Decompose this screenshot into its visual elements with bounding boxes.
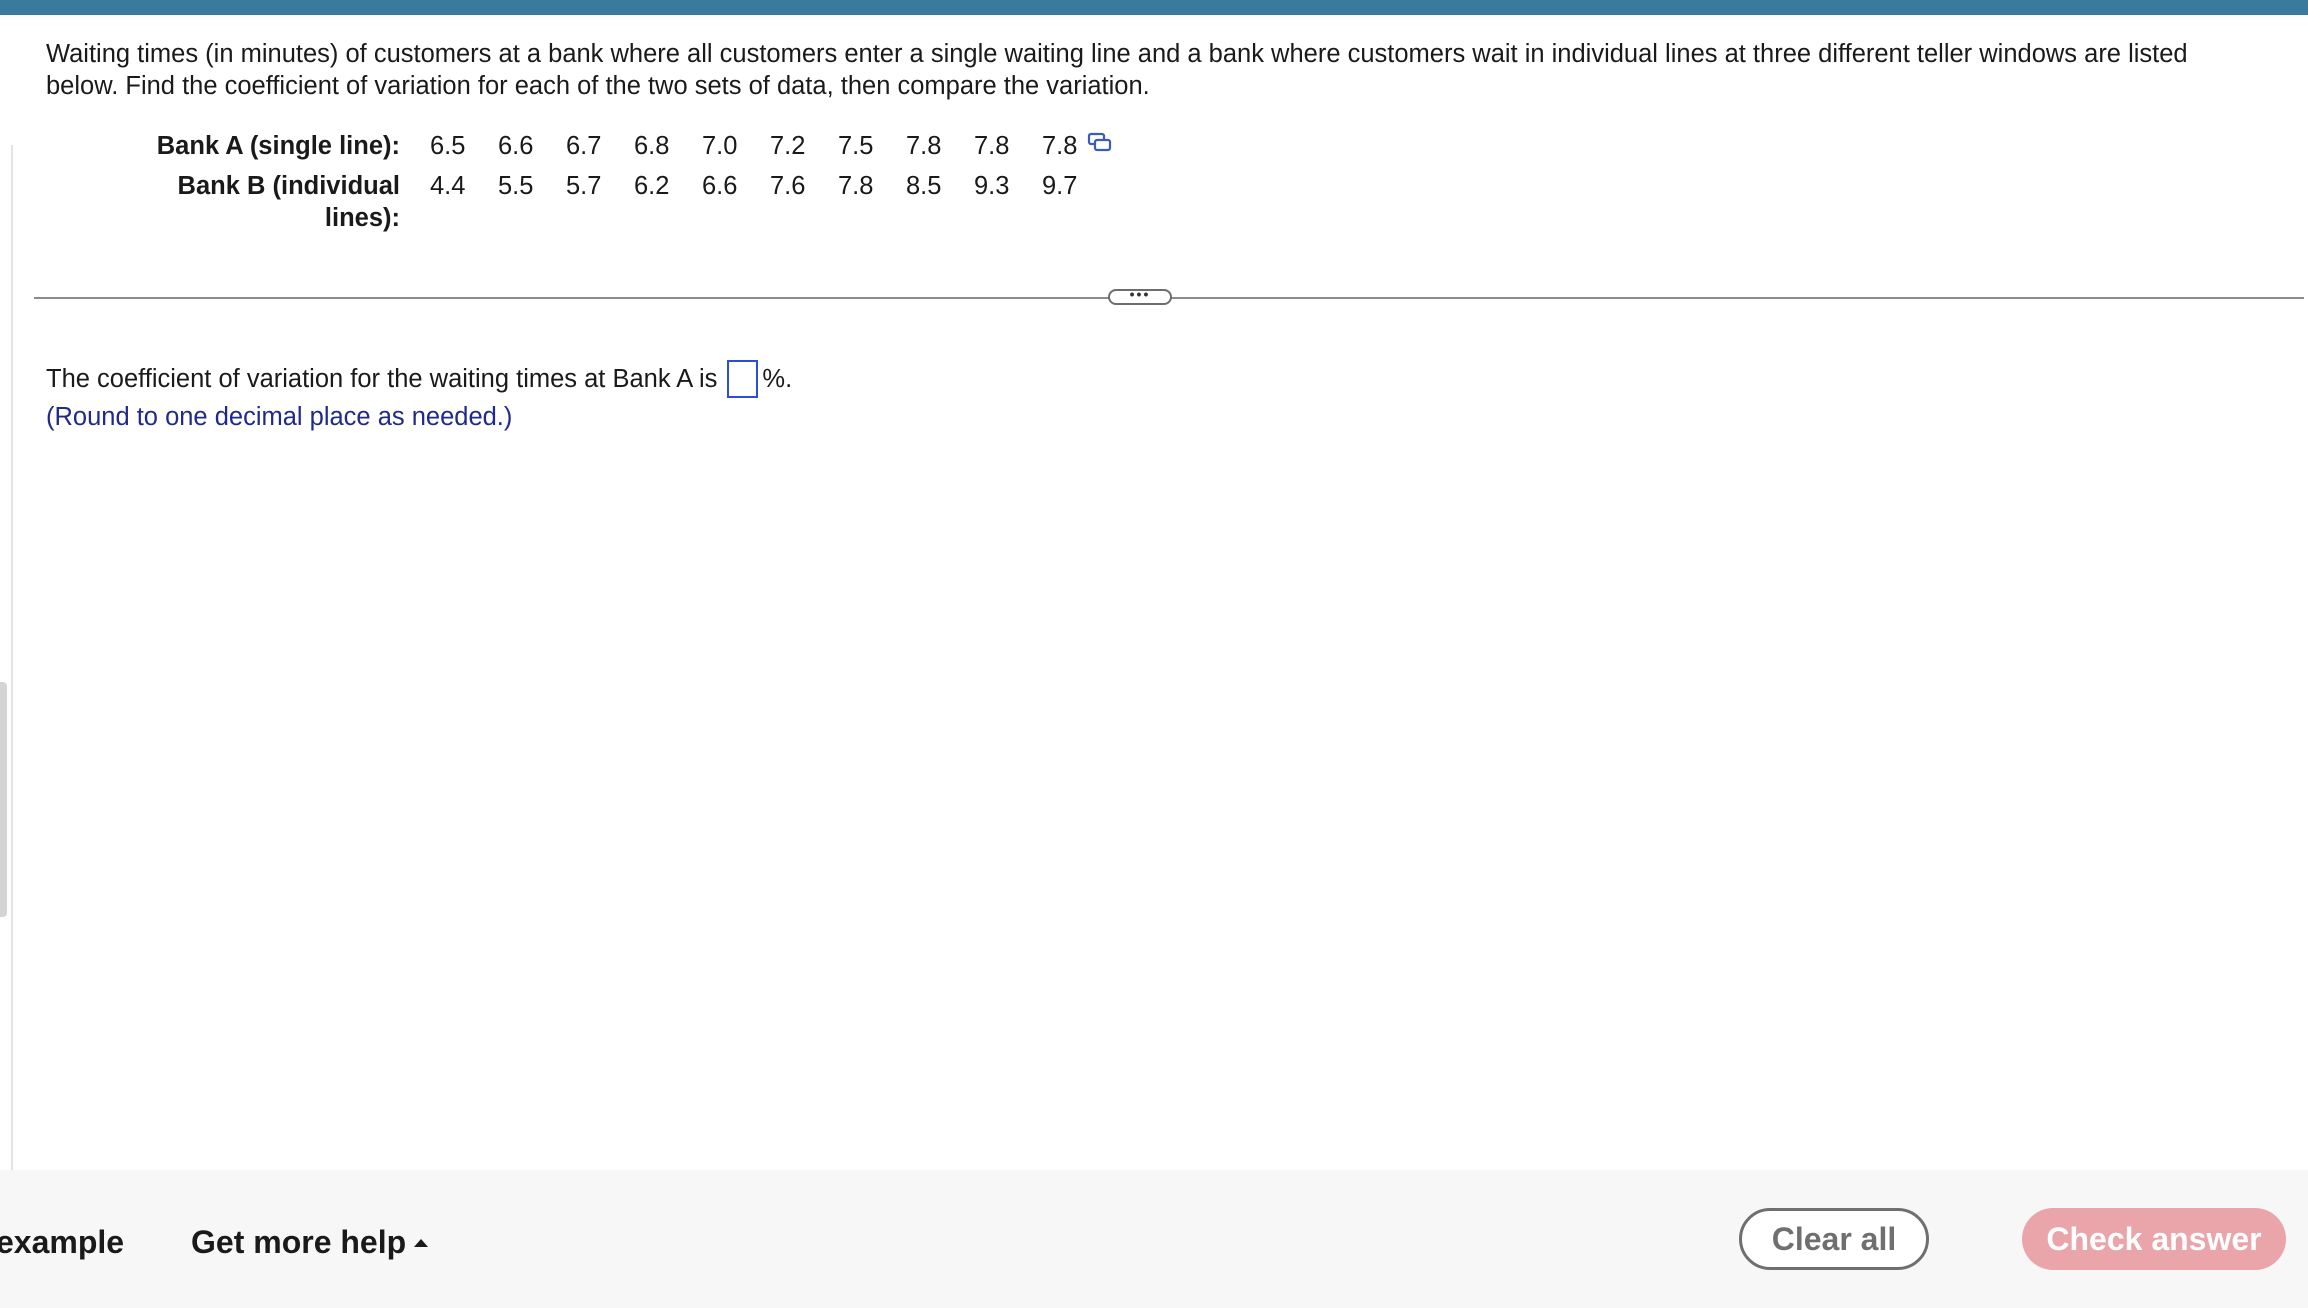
bank-a-value: 7.8	[974, 132, 1010, 160]
view-example-link[interactable]: example	[0, 1222, 124, 1262]
left-scroll-handle[interactable]	[0, 682, 7, 917]
bank-a-last-cell: 7.8	[1042, 130, 1113, 170]
answer-prompt: The coefficient of variation for the wai…	[46, 365, 718, 393]
bank-b-value: 6.2	[634, 172, 670, 200]
get-more-help-link[interactable]: Get more help	[191, 1222, 429, 1262]
rounding-hint: (Round to one decimal place as needed.)	[46, 403, 513, 431]
data-table: Bank A (single line): 6.5 6.6 6.7 6.8 7.…	[150, 130, 1113, 234]
table-row-bank-b: Bank B (individual lines): 4.4 5.5 5.7 6…	[150, 170, 1113, 234]
bank-b-value: 9.3	[974, 172, 1010, 200]
check-answer-button[interactable]: Check answer	[2022, 1208, 2286, 1270]
answer-input[interactable]	[727, 360, 759, 398]
bank-a-value: 6.8	[634, 132, 670, 160]
left-panel-border	[11, 145, 13, 1170]
bank-b-value: 4.4	[430, 172, 466, 200]
bank-b-label-text: Bank B (individual lines):	[177, 172, 400, 232]
get-more-help-label: Get more help	[191, 1224, 407, 1260]
bank-a-value: 7.8	[906, 132, 942, 160]
bank-b-label: Bank B (individual lines):	[150, 170, 430, 234]
table-row-bank-a: Bank A (single line): 6.5 6.6 6.7 6.8 7.…	[150, 130, 1113, 170]
expand-more-button[interactable]: •••	[1108, 287, 1172, 305]
question-text: Waiting times (in minutes) of customers …	[46, 40, 2188, 100]
bank-b-value: 9.7	[1042, 172, 1078, 200]
clear-all-button[interactable]: Clear all	[1739, 1208, 1929, 1270]
bank-b-value: 8.5	[906, 172, 942, 200]
bank-a-value: 6.5	[430, 132, 466, 160]
caret-up-icon	[414, 1238, 429, 1247]
bank-b-value: 6.6	[702, 172, 738, 200]
bank-a-value: 7.2	[770, 132, 806, 160]
bank-a-value: 6.7	[566, 132, 602, 160]
bank-a-value: 6.6	[498, 132, 534, 160]
expand-data-icon[interactable]	[1087, 129, 1113, 161]
bank-b-value: 7.8	[838, 172, 874, 200]
bank-b-value: 5.7	[566, 172, 602, 200]
bank-a-value: 7.5	[838, 132, 874, 160]
bank-a-value: 7.8	[1042, 132, 1078, 160]
bank-a-label: Bank A (single line):	[156, 132, 400, 160]
top-bar	[0, 0, 2308, 15]
answer-unit: %.	[762, 365, 793, 393]
bank-a-value: 7.0	[702, 132, 738, 160]
bank-b-value: 7.6	[770, 172, 806, 200]
bank-b-value: 5.5	[498, 172, 534, 200]
answer-line: The coefficient of variation for the wai…	[46, 360, 792, 398]
